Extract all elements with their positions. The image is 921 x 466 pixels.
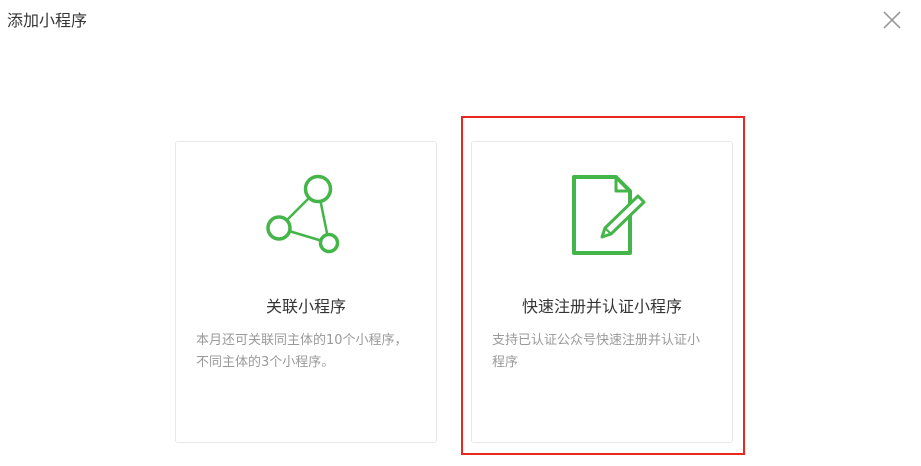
document-edit-icon (557, 172, 647, 262)
dialog-title: 添加小程序 (7, 11, 88, 30)
card-title: 关联小程序 (265, 297, 346, 316)
card-title: 快速注册并认证小程序 (521, 297, 682, 316)
close-icon[interactable] (881, 9, 903, 31)
add-miniprogram-dialog: 添加小程序 关联小程序 本月还可关联同主体的10个小程序，不同主体的3个小程序。 (0, 0, 921, 466)
quick-register-card[interactable]: 快速注册并认证小程序 支持已认证公众号快速注册并认证小程序 (471, 141, 733, 443)
card-description: 支持已认证公众号快速注册并认证小程序 (492, 333, 701, 370)
card-description: 本月还可关联同主体的10个小程序，不同主体的3个小程序。 (196, 333, 408, 370)
link-miniprogram-card[interactable]: 关联小程序 本月还可关联同主体的10个小程序，不同主体的3个小程序。 (175, 141, 437, 443)
network-nodes-icon (261, 172, 351, 262)
